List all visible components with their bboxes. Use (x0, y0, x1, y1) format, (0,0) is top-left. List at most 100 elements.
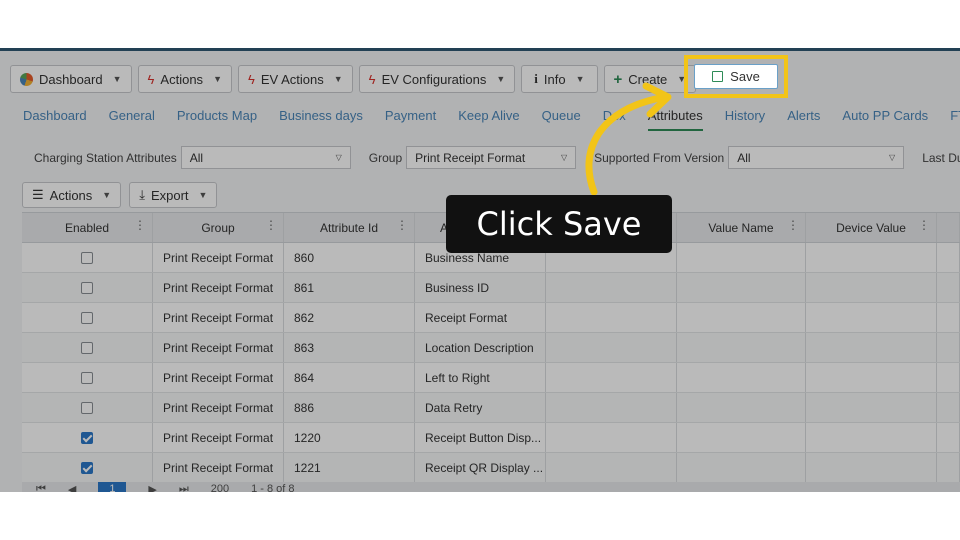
column-header-label: Enabled (64, 220, 110, 235)
prev-page-icon[interactable]: ◀ (68, 483, 76, 493)
table-row[interactable]: Print Receipt Format 863 Location Descript… (22, 333, 960, 363)
attribute-id-cell: 886 (284, 393, 415, 422)
tab-bar: Dashboard General Products Map Business day… (23, 108, 960, 131)
attribute-id-cell: 862 (284, 303, 415, 332)
column-menu-icon[interactable]: ⋮ (918, 218, 930, 232)
filler-cell (937, 333, 960, 362)
enabled-checkbox[interactable] (81, 281, 93, 294)
enabled-checkbox[interactable] (81, 341, 93, 354)
enabled-cell (22, 453, 153, 482)
enabled-checkbox[interactable] (81, 311, 93, 324)
tab-general[interactable]: General (109, 108, 155, 131)
first-page-icon[interactable]: ⏮ (36, 483, 46, 493)
tab-ftl[interactable]: FTL (950, 108, 960, 131)
device-value-cell (806, 243, 937, 272)
column-header-label: Attribute Id (319, 220, 379, 235)
enabled-checkbox[interactable] (81, 401, 93, 414)
last-page-icon[interactable]: ⏭ (179, 483, 189, 493)
column-menu-icon[interactable]: ⋮ (265, 218, 277, 232)
value-name-cell (677, 273, 806, 302)
enabled-cell (22, 363, 153, 392)
tab-payment[interactable]: Payment (385, 108, 436, 131)
ev-actions-dropdown[interactable]: ϟ EV Actions ▼ (237, 65, 353, 93)
filler-cell (937, 423, 960, 452)
column-header[interactable]: Group ⋮ (153, 213, 284, 242)
tab-alerts[interactable]: Alerts (787, 108, 820, 131)
ev-configurations-dropdown[interactable]: ϟ EV Configurations ▼ (358, 65, 516, 93)
column-header-label: Value Name (708, 220, 774, 235)
group-cell: Print Receipt Format (153, 423, 284, 452)
column-menu-icon[interactable]: ⋮ (134, 218, 146, 232)
bolt-icon: ϟ (147, 71, 155, 87)
enabled-checkbox[interactable] (81, 371, 93, 384)
filler-cell (937, 273, 960, 302)
tab-dashboard[interactable]: Dashboard (23, 108, 87, 131)
column-header-filler (937, 213, 960, 242)
tab-auto-pp-cards[interactable]: Auto PP Cards (842, 108, 928, 131)
value-name-cell (677, 453, 806, 482)
table-row[interactable]: Print Receipt Format 1221 Receipt QR Displ… (22, 453, 960, 483)
column-header[interactable]: Device Value ⋮ (806, 213, 937, 242)
tab-keep-alive[interactable]: Keep Alive (458, 108, 519, 131)
attribute-id-cell: 860 (284, 243, 415, 272)
table-row[interactable]: Print Receipt Format 1220 Receipt Button D… (22, 423, 960, 453)
chevron-down-icon: ▼ (112, 74, 122, 84)
column-menu-icon[interactable]: ⋮ (396, 218, 408, 232)
tab-business-days[interactable]: Business days (279, 108, 363, 131)
grid-actions-label: Actions (49, 187, 93, 203)
value-name-cell (677, 363, 806, 392)
filler-cell (937, 243, 960, 272)
attribute-value-cell[interactable] (546, 303, 677, 332)
ev-actions-label: EV Actions (260, 71, 324, 87)
save-button[interactable]: Save (694, 64, 778, 89)
attribute-name-cell: Receipt Button Disp... (415, 423, 546, 452)
enabled-checkbox[interactable] (81, 431, 93, 444)
export-dropdown[interactable]: ⤓ Export ▼ (129, 182, 218, 208)
attribute-value-cell[interactable] (546, 273, 677, 302)
column-header[interactable]: Value Name ⋮ (677, 213, 806, 242)
group-cell: Print Receipt Format (153, 453, 284, 482)
enabled-checkbox[interactable] (81, 251, 93, 264)
chevron-down-icon: ▼ (496, 74, 506, 84)
filler-cell (937, 363, 960, 392)
group-cell: Print Receipt Format (153, 363, 284, 392)
ev-configurations-label: EV Configurations (381, 71, 487, 87)
download-icon: ⤓ (139, 187, 145, 202)
attribute-name-cell: Location Description (415, 333, 546, 362)
current-page-button[interactable]: 1 (98, 482, 127, 492)
attribute-value-cell[interactable] (546, 333, 677, 362)
attribute-value-cell[interactable] (546, 423, 677, 452)
save-icon (712, 71, 724, 82)
enabled-checkbox[interactable] (81, 461, 93, 474)
tab-products-map[interactable]: Products Map (177, 108, 257, 131)
attribute-value-cell[interactable] (546, 393, 677, 422)
attribute-value-cell[interactable] (546, 453, 677, 482)
table-row[interactable]: Print Receipt Format 886 Data Retry (22, 393, 960, 423)
page-size-select[interactable]: 200 (211, 483, 229, 492)
table-row[interactable]: Print Receipt Format 862 Receipt Format (22, 303, 960, 333)
next-page-icon[interactable]: ▶ (148, 483, 156, 493)
value-name-cell (677, 243, 806, 272)
dashboard-dropdown[interactable]: Dashboard ▼ (10, 65, 132, 93)
chevron-down-icon: ▼ (213, 74, 222, 84)
device-value-cell (806, 393, 937, 422)
column-menu-icon[interactable]: ⋮ (787, 218, 799, 232)
table-row[interactable]: Print Receipt Format 864 Left to Right (22, 363, 960, 393)
pager-summary: 1 - 8 of 8 (251, 483, 295, 492)
grid-actions-dropdown[interactable]: ☰ Actions ▼ (22, 182, 122, 208)
filler-cell (937, 303, 960, 332)
enabled-cell (22, 273, 153, 302)
column-header[interactable]: Attribute Id ⋮ (284, 213, 415, 242)
supported-version-select[interactable]: All ▽ (728, 146, 905, 169)
app-window: Dashboard ▼ ϟ Actions ▼ ϟ EV Actions ▼ ϟ EV… (0, 48, 960, 492)
group-select[interactable]: Print Receipt Format ▽ (406, 146, 577, 169)
group-value: Print Receipt Format (415, 150, 526, 165)
column-header[interactable]: Enabled ⋮ (22, 213, 153, 242)
tab-history[interactable]: History (725, 108, 765, 131)
table-row[interactable]: Print Receipt Format 861 Business ID (22, 273, 960, 303)
cs-attributes-select[interactable]: All ▽ (180, 146, 351, 169)
attribute-value-cell[interactable] (546, 363, 677, 392)
actions-dropdown[interactable]: ϟ Actions ▼ (137, 65, 232, 93)
attribute-name-cell: Receipt Format (415, 303, 546, 332)
filler-cell (937, 453, 960, 482)
